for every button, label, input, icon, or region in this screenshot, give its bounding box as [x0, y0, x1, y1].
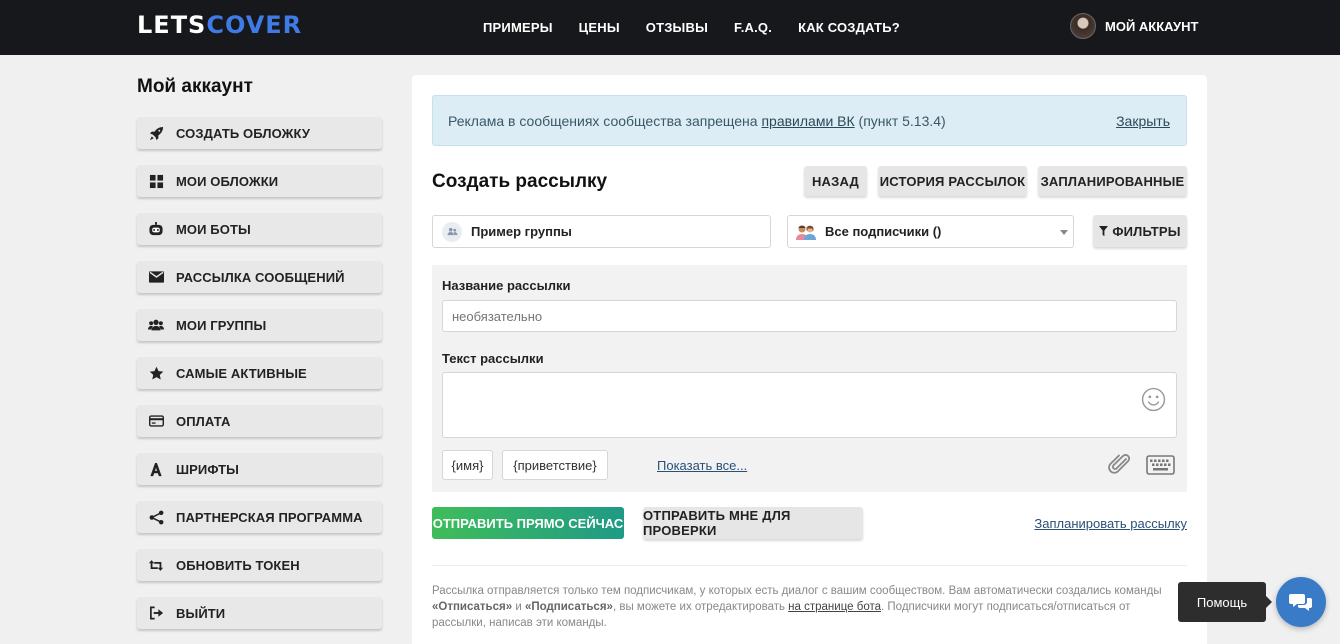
tag-name-button[interactable]: {имя}	[442, 450, 493, 480]
mailing-text-area[interactable]	[442, 372, 1177, 438]
sidebar-item-label: ВЫЙТИ	[176, 605, 226, 621]
help-chat-button[interactable]	[1276, 577, 1326, 627]
site-logo[interactable]: LETSCOVER	[137, 12, 302, 38]
sidebar-item-mailing[interactable]: РАССЫЛКА СООБЩЕНИЙ	[137, 261, 382, 293]
sidebar-item-most-active[interactable]: САМЫЕ АКТИВНЫЕ	[137, 357, 382, 389]
tag-greeting-button[interactable]: {приветствие}	[502, 450, 608, 480]
sidebar-item-label: ПАРТНЕРСКАЯ ПРОГРАММА	[176, 509, 363, 525]
chat-icon	[1289, 592, 1313, 612]
nav-reviews[interactable]: ОТЗЫВЫ	[646, 20, 708, 35]
sidebar-menu: СОЗДАТЬ ОБЛОЖКУ МОИ ОБЛОЖКИ МОИ БОТЫ РАС…	[137, 117, 382, 644]
sidebar-item-label: СОЗДАТЬ ОБЛОЖКУ	[176, 125, 311, 141]
emoji-icon[interactable]	[1141, 387, 1166, 412]
rocket-icon	[148, 125, 164, 141]
page-title: Создать рассылку	[432, 171, 608, 192]
account-label: МОЙ АККАУНТ	[1105, 18, 1199, 34]
chevron-down-icon	[1060, 230, 1068, 235]
star-icon	[148, 365, 164, 381]
filters-button-label: ФИЛЬТРЫ	[1112, 223, 1181, 239]
keyboard-icon[interactable]	[1146, 455, 1175, 475]
account-menu[interactable]: МОЙ АККАУНТ	[1070, 13, 1198, 39]
alert-close-link[interactable]: Закрыть	[1116, 113, 1170, 129]
credit-card-icon	[148, 413, 164, 429]
avatar	[1070, 13, 1096, 39]
sidebar-item-label: МОИ ОБЛОЖКИ	[176, 173, 279, 189]
sidebar-item-label: МОИ БОТЫ	[176, 221, 251, 237]
group-icon	[442, 221, 462, 242]
share-icon	[148, 509, 164, 525]
sidebar-item-fonts[interactable]: ШРИФТЫ	[137, 453, 382, 485]
bot-page-link[interactable]: на странице бота	[788, 601, 881, 613]
subscribers-icon	[796, 224, 816, 240]
sidebar-item-logout[interactable]: ВЫЙТИ	[137, 597, 382, 629]
grid-icon	[148, 173, 164, 189]
vk-rules-link[interactable]: правилами ВК	[761, 113, 854, 129]
send-test-button[interactable]: ОТПРАВИТЬ МНЕ ДЛЯ ПРОВЕРКИ	[643, 507, 863, 539]
schedule-mailing-link[interactable]: Запланировать рассылку	[1034, 516, 1187, 531]
sidebar-title: Мой аккаунт	[137, 76, 253, 97]
filter-icon	[1099, 226, 1109, 236]
help-tooltip: Помощь	[1178, 582, 1272, 622]
sidebar-item-create-cover[interactable]: СОЗДАТЬ ОБЛОЖКУ	[137, 117, 382, 149]
subscribers-select-value: Все подписчики ()	[825, 224, 942, 239]
retweet-icon	[148, 557, 164, 573]
mailing-note: Рассылка отправляется только тем подписч…	[432, 585, 1162, 629]
sidebar-item-refresh-token[interactable]: ОБНОВИТЬ ТОКЕН	[137, 549, 382, 581]
sidebar-item-label: РАССЫЛКА СООБЩЕНИЙ	[176, 269, 345, 285]
sidebar-item-label: ОБНОВИТЬ ТОКЕН	[176, 557, 300, 573]
name-label: Название рассылки	[442, 278, 571, 293]
mailing-name-input[interactable]	[442, 300, 1177, 332]
alert-text: Реклама в сообщениях сообщества запрещен…	[448, 113, 946, 129]
sidebar-item-my-groups[interactable]: МОИ ГРУППЫ	[137, 309, 382, 341]
back-button[interactable]: НАЗАД	[804, 166, 867, 196]
message-form: Название рассылки Текст рассылки {имя} {…	[432, 265, 1187, 492]
sidebar-item-partner-program[interactable]: ПАРТНЕРСКАЯ ПРОГРАММА	[137, 501, 382, 533]
sidebar-item-my-covers[interactable]: МОИ ОБЛОЖКИ	[137, 165, 382, 197]
envelope-icon	[148, 269, 164, 285]
nav-prices[interactable]: ЦЕНЫ	[579, 20, 620, 35]
sidebar-item-label: ОПЛАТА	[176, 413, 231, 429]
text-label: Текст рассылки	[442, 351, 544, 366]
sidebar-item-label: САМЫЕ АКТИВНЫЕ	[176, 365, 307, 381]
group-select[interactable]: Пример группы	[432, 215, 771, 248]
sidebar-item-label: ШРИФТЫ	[176, 461, 239, 477]
paperclip-icon[interactable]	[1108, 454, 1132, 476]
sidebar-item-label: МОИ ГРУППЫ	[176, 317, 267, 333]
send-now-button[interactable]: ОТПРАВИТЬ ПРЯМО СЕЙЧАС	[432, 507, 624, 539]
history-button[interactable]: ИСТОРИЯ РАССЫЛОК	[878, 166, 1027, 196]
top-navbar: LETSCOVER ПРИМЕРЫ ЦЕНЫ ОТЗЫВЫ F.A.Q. КАК…	[0, 0, 1340, 55]
vk-rules-alert: Реклама в сообщениях сообщества запрещен…	[432, 95, 1187, 146]
nav-examples[interactable]: ПРИМЕРЫ	[483, 20, 553, 35]
sidebar-item-my-bots[interactable]: МОИ БОТЫ	[137, 213, 382, 245]
divider	[432, 565, 1187, 566]
group-select-value: Пример группы	[471, 224, 572, 239]
show-all-link[interactable]: Показать все...	[657, 458, 747, 473]
sign-out-icon	[148, 605, 164, 621]
main-nav: ПРИМЕРЫ ЦЕНЫ ОТЗЫВЫ F.A.Q. КАК СОЗДАТЬ?	[483, 0, 926, 55]
mailing-card: Реклама в сообщениях сообщества запрещен…	[412, 75, 1207, 644]
nav-faq[interactable]: F.A.Q.	[734, 20, 772, 35]
robot-icon	[148, 221, 164, 237]
users-icon	[148, 317, 164, 333]
font-icon	[148, 461, 164, 477]
subscribers-select[interactable]: Все подписчики ()	[787, 215, 1074, 248]
filters-button[interactable]: ФИЛЬТРЫ	[1093, 215, 1187, 247]
sidebar-item-payment[interactable]: ОПЛАТА	[137, 405, 382, 437]
scheduled-button[interactable]: ЗАПЛАНИРОВАННЫЕ	[1038, 166, 1187, 196]
nav-how-to[interactable]: КАК СОЗДАТЬ?	[798, 20, 900, 35]
